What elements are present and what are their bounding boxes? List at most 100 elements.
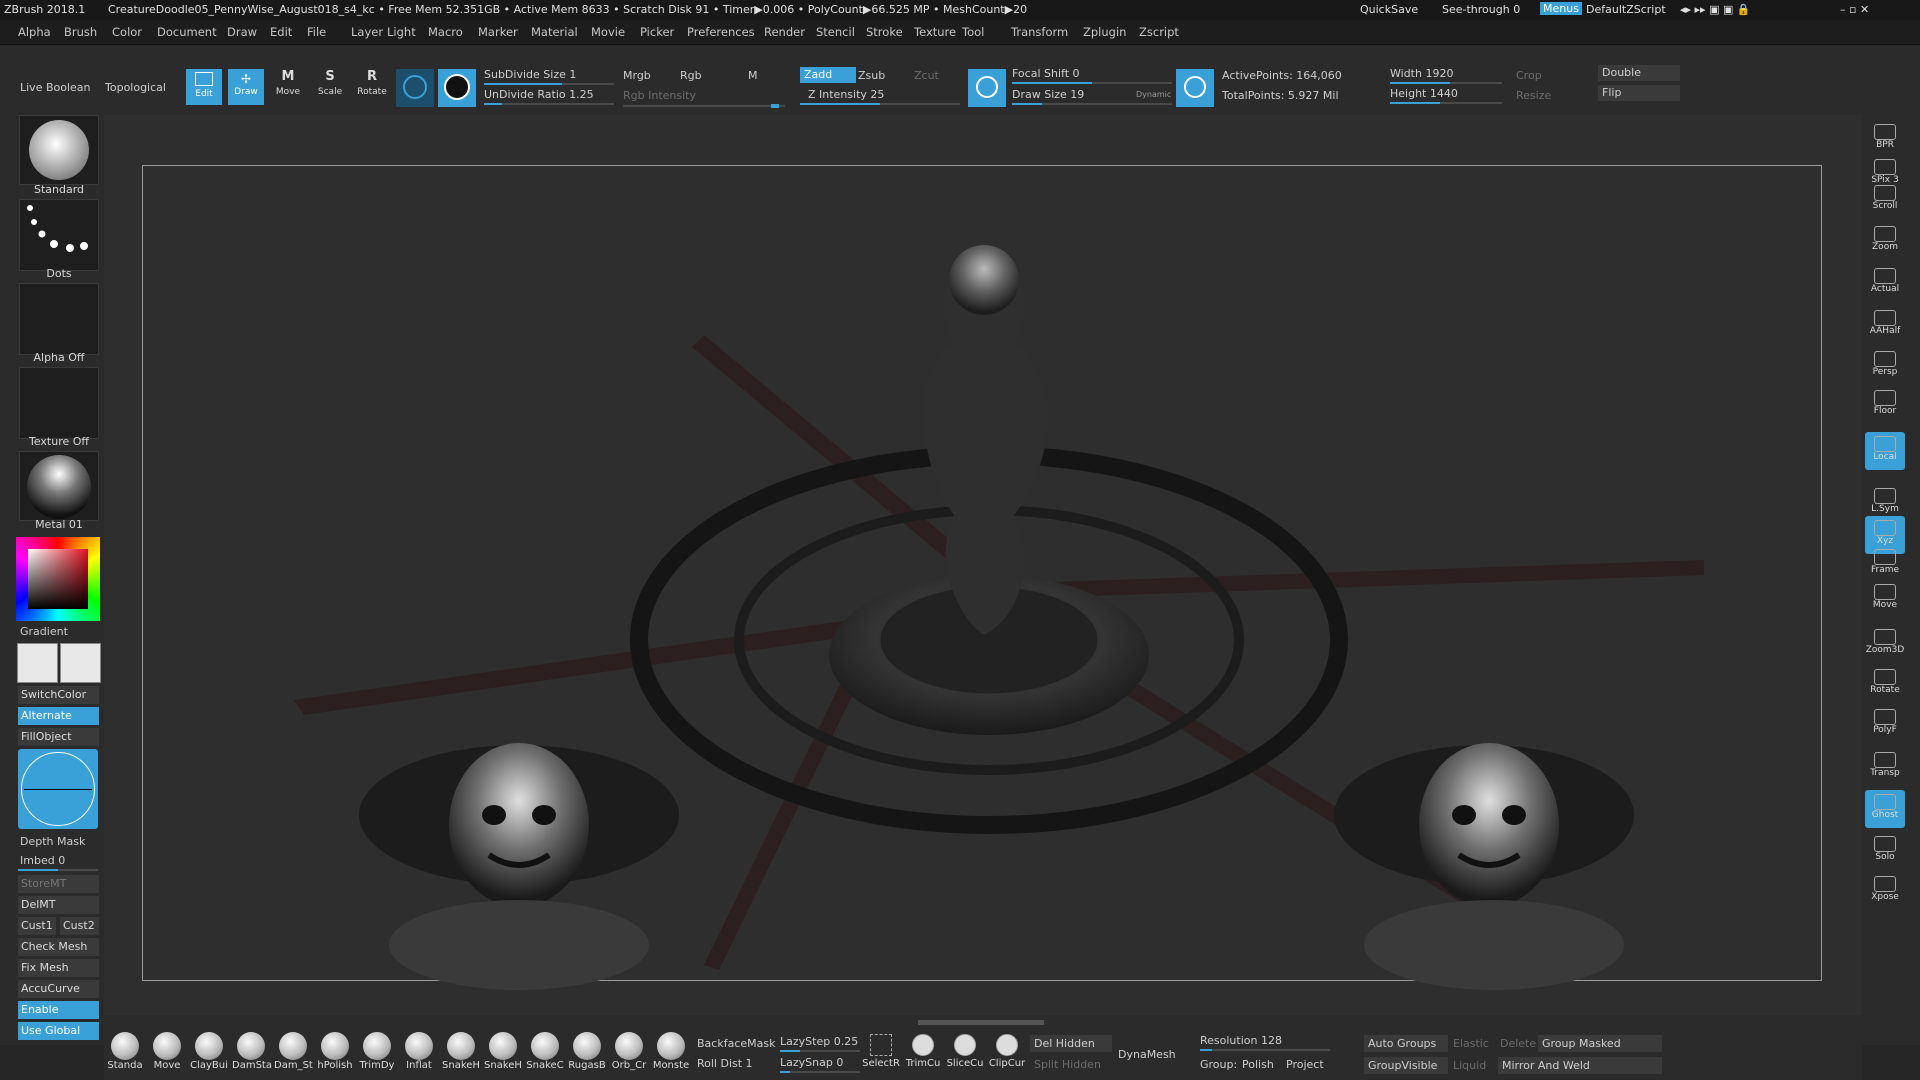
- brush-slot-9[interactable]: SnakeH: [442, 1032, 480, 1071]
- backface-mask-button[interactable]: BackfaceMask: [697, 1037, 775, 1050]
- menu-draw[interactable]: Draw: [227, 25, 257, 39]
- double-button[interactable]: Double: [1598, 65, 1680, 81]
- auto-groups-button[interactable]: Auto Groups: [1364, 1035, 1448, 1052]
- view-frame-button[interactable]: Frame: [1865, 545, 1905, 583]
- layout-icons[interactable]: ◂▸ ▸▸ ▣ ▣ 🔒: [1680, 3, 1751, 16]
- view-rotate-button[interactable]: Rotate: [1865, 665, 1905, 703]
- sculptris-pro-button[interactable]: [396, 69, 434, 107]
- cust1-button[interactable]: Cust1: [18, 917, 56, 935]
- menu-movie[interactable]: Movie: [591, 25, 625, 39]
- switchcolor-button[interactable]: SwitchColor: [18, 686, 99, 704]
- viewport[interactable]: [104, 115, 1862, 1015]
- fillobject-button[interactable]: FillObject: [18, 728, 99, 746]
- window-controls[interactable]: – ▫ ✕: [1840, 3, 1869, 16]
- doc-width-slider[interactable]: Width 1920: [1390, 67, 1453, 80]
- view-polyf-button[interactable]: PolyF: [1865, 705, 1905, 743]
- menu-file[interactable]: File: [307, 25, 326, 39]
- liquid-button[interactable]: Liquid: [1453, 1059, 1486, 1072]
- gizmo-button[interactable]: [438, 69, 476, 107]
- menu-layer[interactable]: Layer: [351, 25, 383, 39]
- menu-picker[interactable]: Picker: [640, 25, 674, 39]
- dynamic-toggle[interactable]: Dynamic: [1136, 90, 1171, 99]
- dynamesh-button[interactable]: DynaMesh: [1118, 1048, 1176, 1061]
- del-hidden-button[interactable]: Del Hidden: [1030, 1035, 1112, 1052]
- view-scroll-button[interactable]: Scroll: [1865, 181, 1905, 219]
- menu-color[interactable]: Color: [112, 25, 142, 39]
- menu-zscript[interactable]: Zscript: [1139, 25, 1179, 39]
- menu-alpha[interactable]: Alpha: [18, 25, 51, 39]
- menu-stroke[interactable]: Stroke: [866, 25, 903, 39]
- tool-clipcur-button[interactable]: ClipCur: [988, 1032, 1026, 1069]
- crop-button[interactable]: Crop: [1516, 69, 1542, 82]
- brush-slot-11[interactable]: SnakeC: [526, 1032, 564, 1071]
- secondary-color-swatch[interactable]: [60, 643, 101, 683]
- delmt-button[interactable]: DelMT: [18, 896, 99, 914]
- menu-preferences[interactable]: Preferences: [687, 25, 755, 39]
- zadd-button[interactable]: Zadd: [800, 67, 856, 83]
- m-button[interactable]: M: [748, 69, 758, 82]
- project-button[interactable]: Project: [1286, 1058, 1324, 1071]
- view-aahalf-button[interactable]: AAHalf: [1865, 306, 1905, 344]
- alternate-button[interactable]: Alternate: [18, 707, 99, 725]
- groupvisible-button[interactable]: GroupVisible: [1364, 1057, 1448, 1074]
- menu-zplugin[interactable]: Zplugin: [1083, 25, 1126, 39]
- brush-slot-10[interactable]: SnakeH: [484, 1032, 522, 1071]
- brush-slot-8[interactable]: Inflat: [400, 1032, 438, 1071]
- view-zoom3d-button[interactable]: Zoom3D: [1865, 625, 1905, 663]
- fix-mesh-button[interactable]: Fix Mesh: [18, 959, 99, 977]
- view-floor-button[interactable]: Floor: [1865, 386, 1905, 424]
- menu-macro[interactable]: Macro: [428, 25, 463, 39]
- brush-draw-size-icon[interactable]: [1176, 69, 1214, 107]
- stroke-thumbnail[interactable]: [19, 199, 99, 271]
- view-move-button[interactable]: Move: [1865, 580, 1905, 618]
- tool-selectr-button[interactable]: SelectR: [862, 1032, 900, 1069]
- rotate-button[interactable]: R Rotate: [354, 69, 390, 105]
- mrgb-button[interactable]: Mrgb: [623, 69, 651, 82]
- view-solo-button[interactable]: Solo: [1865, 832, 1905, 870]
- zsub-button[interactable]: Zsub: [858, 69, 885, 82]
- imbed-slider[interactable]: Imbed 0: [20, 854, 65, 867]
- brush-thumbnail[interactable]: [19, 115, 99, 185]
- material-thumbnail[interactable]: [19, 451, 99, 521]
- tool-trimcu-button[interactable]: TrimCu: [904, 1032, 942, 1069]
- view-bpr-button[interactable]: BPR: [1865, 120, 1905, 158]
- flip-button[interactable]: Flip: [1598, 85, 1680, 101]
- brush-slot-2[interactable]: Move: [148, 1032, 186, 1071]
- check-mesh-button[interactable]: Check Mesh In: [18, 938, 99, 971]
- rgb-intensity-slider[interactable]: Rgb Intensity: [623, 89, 696, 102]
- use-global-button[interactable]: Use Global: [18, 1022, 99, 1040]
- topological-button[interactable]: Topological: [105, 81, 166, 94]
- view-local-button[interactable]: Local: [1865, 432, 1905, 470]
- focal-shift-slider[interactable]: Focal Shift 0: [1012, 67, 1080, 80]
- enable-button[interactable]: Enable: [18, 1001, 99, 1019]
- brush-slot-6[interactable]: hPolish: [316, 1032, 354, 1071]
- color-picker[interactable]: [16, 537, 100, 621]
- tool-slicecu-button[interactable]: SliceCu: [946, 1032, 984, 1069]
- seethrough-slider[interactable]: See-through 0: [1442, 3, 1520, 16]
- elastic-button[interactable]: Elastic: [1453, 1037, 1489, 1050]
- brush-slot-14[interactable]: Monste: [652, 1032, 690, 1071]
- edit-button[interactable]: Edit: [186, 69, 222, 105]
- brush-slot-7[interactable]: TrimDy: [358, 1032, 396, 1071]
- depth-mask-curve[interactable]: [18, 749, 98, 829]
- accucurve-button[interactable]: AccuCurve: [18, 980, 99, 998]
- default-zscript-button[interactable]: DefaultZScript: [1586, 3, 1666, 16]
- resolution-slider[interactable]: Resolution 128: [1200, 1034, 1282, 1047]
- view-ghost-button[interactable]: Ghost: [1865, 790, 1905, 828]
- menu-transform[interactable]: Transform: [1011, 25, 1068, 39]
- brush-slot-13[interactable]: Orb_Cr: [610, 1032, 648, 1071]
- bottom-scroll-handle[interactable]: [918, 1020, 1044, 1025]
- quicksave-button[interactable]: QuickSave: [1360, 3, 1418, 16]
- lazystep-slider[interactable]: LazyStep 0.25: [780, 1035, 858, 1048]
- view-persp-button[interactable]: Persp: [1865, 347, 1905, 385]
- draw-size-slider[interactable]: Draw Size 19: [1012, 88, 1084, 101]
- menu-stencil[interactable]: Stencil: [816, 25, 855, 39]
- menu-render[interactable]: Render: [764, 25, 805, 39]
- view-actual-button[interactable]: Actual: [1865, 264, 1905, 302]
- texture-thumbnail[interactable]: [19, 367, 99, 439]
- menus-toggle[interactable]: Menus: [1540, 2, 1582, 15]
- alpha-thumbnail[interactable]: [19, 283, 99, 355]
- menu-tool[interactable]: Tool: [962, 25, 984, 39]
- roll-dist-slider[interactable]: Roll Dist 1: [697, 1057, 753, 1070]
- split-hidden-button[interactable]: Split Hidden: [1034, 1058, 1101, 1071]
